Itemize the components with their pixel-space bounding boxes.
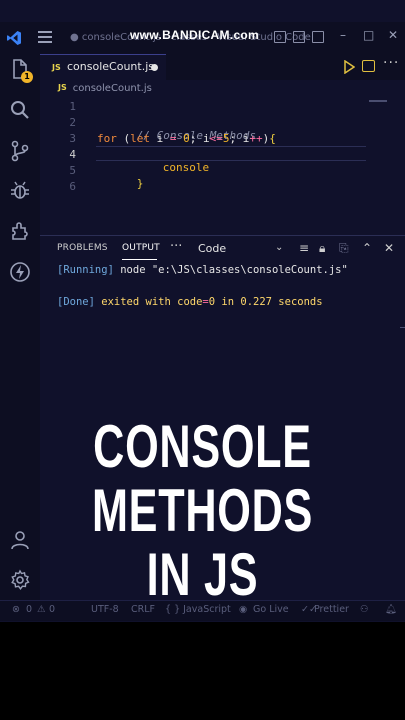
code-punctuation: ; i xyxy=(189,132,210,145)
activity-bar xyxy=(0,54,40,600)
layout-customize-icon[interactable] xyxy=(312,31,324,43)
prettier-button[interactable]: Prettier xyxy=(314,604,349,615)
chevron-up-icon[interactable]: ⌃ xyxy=(362,241,372,255)
editor-tab-bar: JS consoleCount.js ··· xyxy=(40,54,405,80)
output-text: in xyxy=(215,296,241,308)
breadcrumb-file: consoleCount.js xyxy=(72,83,152,94)
tab-consolecount-js[interactable]: JS consoleCount.js xyxy=(40,54,166,80)
accounts-feedback-icon[interactable]: ⚇ xyxy=(360,604,369,615)
bandicam-watermark: www.BANDICAM.com xyxy=(130,28,260,42)
tab-label: consoleCount.js xyxy=(67,60,154,73)
thunder-client-icon[interactable] xyxy=(8,260,32,284)
output-text: exited with xyxy=(94,296,178,308)
output-code: code xyxy=(177,296,203,308)
output-running-line: [Running] node "e:\JS\classes\consoleCou… xyxy=(57,264,348,276)
close-window-icon[interactable]: ✕ xyxy=(388,28,398,42)
output-tag: [Running] xyxy=(57,264,114,276)
encoding[interactable]: UTF-8 xyxy=(91,604,119,615)
panel-scrollbar[interactable] xyxy=(400,327,405,328)
clear-output-icon[interactable]: ⎘ xyxy=(339,241,349,256)
code-punctuation: ; i xyxy=(229,132,250,145)
layout-panel-icon[interactable] xyxy=(293,31,305,43)
output-text: node "e:\JS\classes\consoleCount.js" xyxy=(113,264,348,276)
vscode-window: ● consoleCount.js - classes - Visual Stu… xyxy=(0,0,405,622)
go-live-button[interactable]: Go Live xyxy=(253,604,289,615)
title-bar: ● consoleCount.js - classes - Visual Stu… xyxy=(0,22,405,54)
close-panel-icon[interactable]: ✕ xyxy=(384,241,394,255)
error-icon[interactable]: ⊗ xyxy=(12,604,20,615)
unsaved-dot-icon[interactable] xyxy=(151,64,158,71)
menu-icon[interactable] xyxy=(38,31,52,43)
line-number: 3 xyxy=(69,132,76,145)
caption-line: CONSOLE xyxy=(93,413,312,480)
error-count[interactable]: 0 xyxy=(26,604,32,615)
code-brace: } xyxy=(136,177,144,190)
end-of-line[interactable]: CRLF xyxy=(131,604,155,615)
caption-line: IN JS xyxy=(146,541,259,608)
code-number: 5 xyxy=(222,132,230,145)
panel-more-icon[interactable]: ··· xyxy=(170,239,182,254)
code-operator: <= xyxy=(209,132,223,145)
code-editor[interactable]: 1 2 3 4 5 6 // Console Methods for (let … xyxy=(40,98,405,232)
js-file-icon: JS xyxy=(52,63,61,72)
run-debug-icon[interactable] xyxy=(8,179,32,203)
run-code-icon[interactable] xyxy=(343,60,355,74)
minimap[interactable] xyxy=(369,100,387,102)
minimize-icon[interactable]: – xyxy=(340,28,346,42)
code-identifier: console xyxy=(162,161,210,174)
output-number: 0.227 xyxy=(240,296,272,308)
split-editor-icon[interactable] xyxy=(362,60,375,72)
tab-problems[interactable]: PROBLEMS xyxy=(57,243,108,253)
maximize-icon[interactable]: □ xyxy=(363,28,374,42)
warning-count[interactable]: 0 xyxy=(49,604,55,615)
more-actions-icon[interactable]: ··· xyxy=(383,55,399,71)
output-channel-select[interactable]: Code ⌄ xyxy=(193,240,289,258)
video-caption: CONSOLE METHODS IN JS xyxy=(57,415,349,607)
output-tag: [Done] xyxy=(57,296,95,308)
broadcast-icon[interactable]: ◉ xyxy=(239,604,247,615)
code-line: } xyxy=(97,164,144,203)
vscode-logo-icon xyxy=(7,31,21,45)
status-bar: ⊗ 0 ⚠ 0 UTF-8 CRLF { } JavaScript ◉ Go L… xyxy=(0,600,405,621)
output-channel-value: Code xyxy=(198,242,227,255)
notifications-bell-icon[interactable]: 🔔︎ xyxy=(385,604,397,615)
account-icon[interactable] xyxy=(8,528,32,552)
language-mode[interactable]: { } JavaScript xyxy=(165,604,231,615)
active-tab-indicator xyxy=(122,259,157,260)
code-keyword: for xyxy=(97,132,117,145)
code-brace: { xyxy=(269,132,276,145)
search-icon[interactable] xyxy=(8,98,32,122)
caption-line: METHODS xyxy=(91,477,314,544)
code-number: 0 xyxy=(176,132,190,145)
warning-icon[interactable]: ⚠ xyxy=(37,604,46,615)
extensions-icon[interactable] xyxy=(8,219,32,243)
line-number: 4 xyxy=(69,148,76,161)
line-number: 6 xyxy=(69,180,76,193)
code-keyword: let xyxy=(130,132,150,145)
layout-sidebar-icon[interactable] xyxy=(274,31,286,43)
line-number: 2 xyxy=(69,116,76,129)
code-punctuation: ( xyxy=(116,132,131,145)
chevron-down-icon: ⌄ xyxy=(275,242,284,253)
js-file-icon: JS xyxy=(58,83,67,92)
code-operator: = xyxy=(169,132,177,145)
breadcrumb[interactable]: JS consoleCount.js xyxy=(58,83,152,94)
code-operator: ++ xyxy=(249,132,263,145)
code-variable: i xyxy=(150,132,170,145)
lock-icon[interactable]: 🔒︎ xyxy=(319,241,325,256)
code-line: for (let i = 0; i<=5; i++){ xyxy=(97,132,276,145)
tab-output[interactable]: OUTPUT xyxy=(122,243,160,253)
line-number: 5 xyxy=(69,164,76,177)
explorer-badge: 1 xyxy=(21,71,33,83)
output-text: seconds xyxy=(271,296,323,308)
settings-gear-icon[interactable] xyxy=(8,568,32,592)
output-done-line: [Done] exited with code=0 in 0.227 secon… xyxy=(57,296,323,308)
filter-list-icon[interactable]: ≡ xyxy=(299,241,309,255)
line-number: 1 xyxy=(69,100,76,113)
source-control-icon[interactable] xyxy=(8,139,32,163)
